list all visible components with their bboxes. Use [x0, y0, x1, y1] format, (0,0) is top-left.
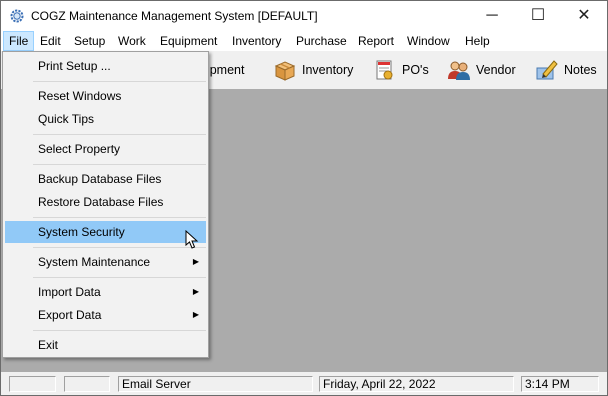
title-bar[interactable]: COGZ Maintenance Management System [DEFA…: [1, 1, 607, 31]
menu-separator: [33, 277, 206, 278]
close-button[interactable]: ✕: [561, 1, 607, 31]
menu-separator: [33, 330, 206, 331]
menu-item-select-property[interactable]: Select Property: [5, 138, 206, 160]
menu-setup[interactable]: Setup: [69, 31, 110, 51]
notes-pencil-icon: [536, 60, 558, 80]
menu-item-import-data[interactable]: Import Data ▶: [5, 281, 206, 303]
status-panel-2: [64, 376, 110, 392]
toolbar-pos-button[interactable]: PO's: [373, 56, 429, 84]
menu-item-label: Reset Windows: [38, 89, 122, 103]
menu-item-print-setup[interactable]: Print Setup ...: [5, 55, 206, 77]
minimize-button[interactable]: ─: [469, 1, 515, 31]
menu-purchase[interactable]: Purchase: [291, 31, 352, 51]
menu-item-label: Exit: [38, 338, 59, 352]
gear-app-icon: [10, 9, 24, 23]
menu-item-label: Import Data: [38, 285, 101, 299]
file-menu-dropdown: Print Setup ... Reset Windows Quick Tips…: [2, 51, 209, 358]
menu-item-quick-tips[interactable]: Quick Tips: [5, 108, 206, 130]
menu-item-label: Print Setup ...: [38, 59, 111, 73]
submenu-arrow-icon: ▶: [192, 287, 199, 296]
menu-item-exit[interactable]: Exit: [5, 334, 206, 356]
menu-separator: [33, 81, 206, 82]
menu-item-export-data[interactable]: Export Data ▶: [5, 304, 206, 326]
menu-item-label: System Security: [38, 225, 125, 239]
toolbar-pos-label: PO's: [402, 63, 429, 77]
menu-item-system-security[interactable]: System Security: [5, 221, 206, 243]
vendor-people-icon: [448, 61, 470, 80]
menu-item-label: System Maintenance: [38, 255, 151, 269]
menu-item-label: Backup Database Files: [38, 172, 162, 186]
menu-edit[interactable]: Edit: [35, 31, 66, 51]
toolbar-inventory-button[interactable]: Inventory: [273, 56, 353, 84]
menu-inventory[interactable]: Inventory: [227, 31, 286, 51]
menu-file[interactable]: File: [3, 31, 35, 51]
submenu-arrow-icon: ▶: [192, 257, 199, 266]
window-title: COGZ Maintenance Management System [DEFA…: [31, 9, 318, 23]
menu-separator: [33, 247, 206, 248]
status-panel-1: [9, 376, 56, 392]
menu-item-label: Quick Tips: [38, 112, 95, 126]
app-window: COGZ Maintenance Management System [DEFA…: [0, 0, 608, 396]
toolbar-notes-label: Notes: [564, 63, 597, 77]
maximize-button[interactable]: ☐: [515, 1, 561, 31]
menu-item-backup-database[interactable]: Backup Database Files: [5, 168, 206, 190]
menu-item-label: Restore Database Files: [38, 195, 164, 209]
toolbar-vendor-label: Vendor: [476, 63, 516, 77]
toolbar-notes-button[interactable]: Notes: [535, 56, 597, 84]
menu-item-label: Export Data: [38, 308, 102, 322]
status-time: 3:14 PM: [521, 376, 599, 392]
menu-bar: File Edit Setup Work Equipment Inventory…: [1, 31, 607, 51]
menu-report[interactable]: Report: [353, 31, 399, 51]
menu-separator: [33, 134, 206, 135]
menu-work[interactable]: Work: [113, 31, 151, 51]
toolbar-vendor-button[interactable]: Vendor: [447, 56, 516, 84]
menu-item-system-maintenance[interactable]: System Maintenance ▶: [5, 251, 206, 273]
menu-equipment[interactable]: Equipment: [155, 31, 222, 51]
menu-item-restore-database[interactable]: Restore Database Files: [5, 191, 206, 213]
mouse-pointer-icon: [185, 230, 199, 249]
menu-separator: [33, 164, 206, 165]
menu-item-reset-windows[interactable]: Reset Windows: [5, 85, 206, 107]
menu-item-label: Select Property: [38, 142, 121, 156]
status-bar: Email Server Friday, April 22, 2022 3:14…: [1, 372, 607, 395]
menu-separator: [33, 217, 206, 218]
purchase-order-icon: [376, 60, 393, 80]
menu-window[interactable]: Window: [402, 31, 455, 51]
inventory-box-icon: [274, 61, 296, 81]
toolbar-inventory-label: Inventory: [302, 63, 354, 77]
submenu-arrow-icon: ▶: [192, 310, 199, 319]
menu-help[interactable]: Help: [460, 31, 495, 51]
status-date: Friday, April 22, 2022: [319, 376, 514, 392]
status-email-server: Email Server: [118, 376, 313, 392]
